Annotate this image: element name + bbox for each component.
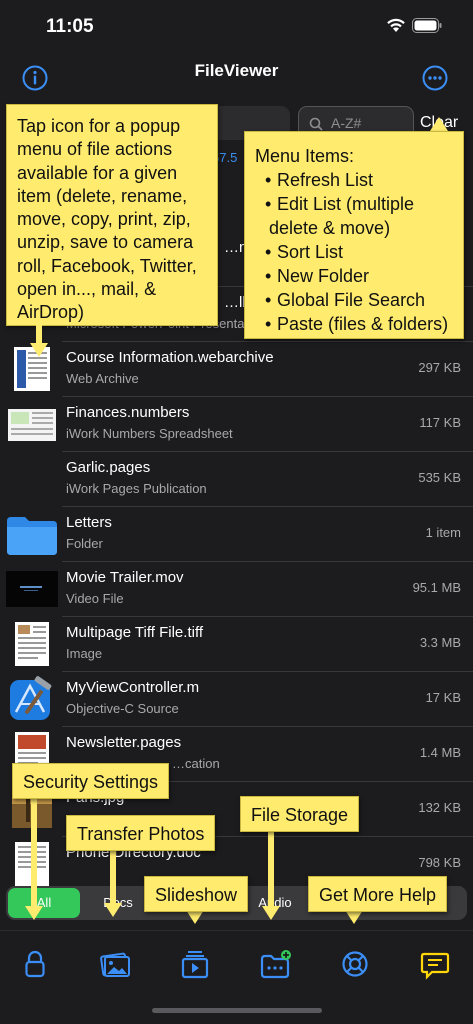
file-size: 1.4 MB [419,745,461,760]
file-name: Course Information.webarchive [66,349,274,366]
callout-file-storage: File Storage [240,796,360,832]
file-name: Multipage Tiff File.tiff [66,624,204,641]
folder-icon [7,517,57,555]
status-time: 11:05 [46,16,94,37]
callout-arrow [110,850,116,905]
tiff-thumbnail-icon [15,622,49,666]
slideshow-icon[interactable] [178,947,212,981]
callout-arrow [268,830,274,908]
callout-menu-item: Sort List [255,240,455,264]
file-name: Garlic.pages [66,459,151,476]
file-kind: …cation [172,756,220,771]
photos-icon[interactable] [98,947,132,981]
spreadsheet-thumbnail-icon [8,409,56,441]
file-kind: iWork Numbers Spreadsheet [66,426,233,441]
wifi-icon [387,18,405,32]
callout-get-more-help: Get More Help [308,876,448,912]
callout-menu-title: Menu Items: [255,146,355,166]
xcode-icon [10,676,52,720]
list-item[interactable]: Movie Trailer.mov Video File 95.1 MB [0,562,473,617]
file-name: Movie Trailer.mov [66,569,184,586]
file-name: Newsletter.pages [66,734,182,751]
callout-arrow [31,798,37,908]
message-icon[interactable] [418,947,452,981]
callout-arrowhead [104,903,122,917]
file-size: 17 KB [425,690,461,705]
list-item[interactable]: Letters Folder 1 item [0,507,473,562]
segment-all[interactable]: All [8,888,80,918]
battery-icon [412,18,442,33]
callout-arrowhead [25,906,43,920]
list-item[interactable]: MyViewController.m Objective-C Source 17… [0,672,473,727]
file-size: 117 KB [419,415,461,430]
home-indicator [152,1008,322,1013]
callout-menu-list: Refresh List Edit List (multiple delete … [255,168,455,336]
list-item[interactable]: Course Information.webarchive Web Archiv… [0,342,473,397]
list-item[interactable]: Garlic.pages iWork Pages Publication 535… [0,452,473,507]
file-size: 95.1 MB [412,580,461,595]
file-kind: Video File [66,591,124,606]
file-name: MyViewController.m [66,679,200,696]
file-size: 3.3 MB [419,635,461,650]
more-menu-icon[interactable] [422,65,448,91]
help-icon[interactable] [338,947,372,981]
callout-arrowhead [30,343,48,357]
video-thumbnail-icon [6,571,58,607]
callout-menu-item: Refresh List [255,168,455,192]
file-storage-icon[interactable] [258,947,292,981]
callout-menu-items: Menu Items: Refresh List Edit List (mult… [244,131,464,339]
navigation-bar: FileViewer [0,52,473,98]
callout-security-settings: Security Settings [12,763,170,799]
callout-arrow [36,325,42,345]
callout-menu-item-continued: delete & move) [269,218,391,238]
callout-menu-item: Global File Search [255,288,455,312]
callout-menu-item: New Folder [255,264,455,288]
file-name: Finances.numbers [66,404,190,421]
file-size: 535 KB [418,470,461,485]
page-title: FileViewer [194,61,279,80]
list-item[interactable]: Multipage Tiff File.tiff Image 3.3 MB [0,617,473,672]
lock-icon[interactable] [18,947,52,981]
search-icon [309,117,323,131]
status-bar: 11:05 [0,0,473,52]
callout-arrowhead [430,117,448,131]
file-kind: Objective-C Source [66,701,179,716]
file-name: Letters [66,514,112,531]
callout-file-actions: Tap icon for a popup menu of file action… [6,104,218,326]
file-size: 798 KB [418,855,461,870]
callout-transfer-photos: Transfer Photos [66,815,216,851]
callout-menu-item: Edit List (multiple [255,192,455,216]
file-kind: Web Archive [66,371,139,386]
callout-slideshow: Slideshow [144,876,249,912]
file-kind: Image [66,646,103,661]
callout-arrowhead [262,906,280,920]
sort-text: A-Z# [331,115,362,131]
list-item[interactable]: Finances.numbers iWork Numbers Spreadshe… [0,397,473,452]
callout-menu-item: Paste (files & folders) [255,312,455,336]
file-size: 1 item [425,525,461,540]
file-size: 297 KB [418,360,461,375]
file-kind: iWork Pages Publication [66,481,207,496]
file-size: 132 KB [418,800,461,815]
file-kind: Folder [66,536,103,551]
